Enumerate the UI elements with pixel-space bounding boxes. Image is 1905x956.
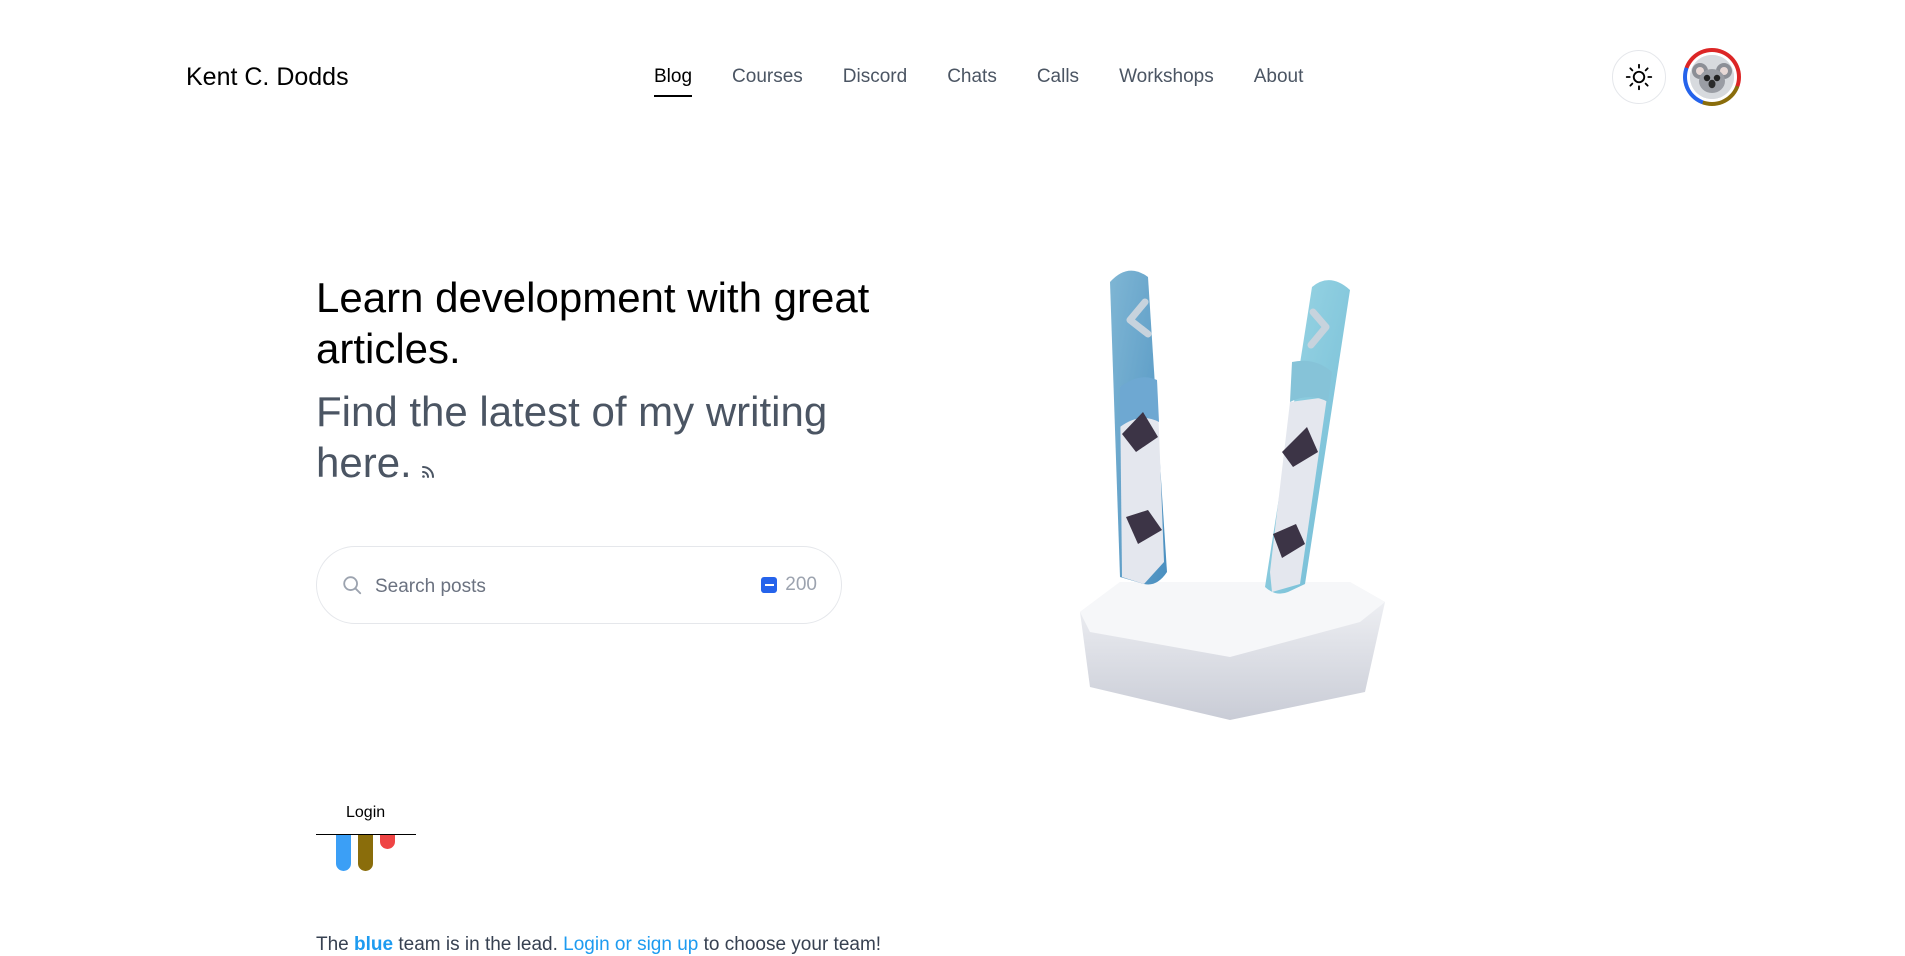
- subtitle-text: Find the latest of my writing here.: [316, 388, 828, 486]
- koala-avatar: [1690, 55, 1734, 99]
- team-bar-red[interactable]: [380, 835, 395, 849]
- search-bar: 200: [316, 546, 842, 624]
- team-status-text: The blue team is in the lead. Login or s…: [316, 934, 881, 956]
- search-icon: [343, 576, 362, 595]
- main-nav: Blog Courses Discord Chats Calls Worksho…: [654, 64, 1343, 97]
- koala-icon: [1690, 55, 1734, 99]
- team-status-pre: The: [316, 934, 355, 955]
- skis-illustration: [1080, 270, 1385, 720]
- sun-icon: [1625, 63, 1653, 91]
- login-signup-link[interactable]: Login or sign up: [563, 934, 698, 955]
- nav-chats[interactable]: Chats: [947, 64, 997, 94]
- team-status-mid: team is in the lead.: [393, 934, 564, 955]
- login-link[interactable]: Login: [346, 804, 385, 822]
- count-toggle-checkbox[interactable]: [761, 577, 778, 593]
- rss-icon: [421, 466, 434, 479]
- nav-calls[interactable]: Calls: [1037, 64, 1079, 94]
- nav-workshops[interactable]: Workshops: [1119, 64, 1214, 94]
- team-status-post: to choose your team!: [698, 934, 882, 955]
- team-bar-yellow[interactable]: [358, 835, 373, 871]
- nav-about[interactable]: About: [1254, 64, 1304, 94]
- post-count: 200: [761, 574, 817, 596]
- nav-blog[interactable]: Blog: [654, 64, 693, 97]
- search-input[interactable]: [373, 567, 737, 607]
- page-subtitle: Find the latest of my writing here.: [316, 386, 876, 491]
- user-avatar-button[interactable]: [1683, 48, 1741, 106]
- post-count-value: 200: [785, 574, 817, 595]
- brand-home-link[interactable]: Kent C. Dodds: [186, 62, 349, 92]
- nav-discord[interactable]: Discord: [843, 64, 907, 94]
- nav-courses[interactable]: Courses: [732, 64, 803, 94]
- team-bar-blue[interactable]: [336, 835, 351, 871]
- rss-feed-link[interactable]: [420, 440, 436, 491]
- right-ski: [1265, 280, 1350, 594]
- left-ski: [1110, 270, 1167, 585]
- page-title: Learn development with great articles.: [316, 274, 870, 372]
- leading-team-name: blue: [354, 934, 394, 955]
- theme-toggle-button[interactable]: [1612, 50, 1666, 104]
